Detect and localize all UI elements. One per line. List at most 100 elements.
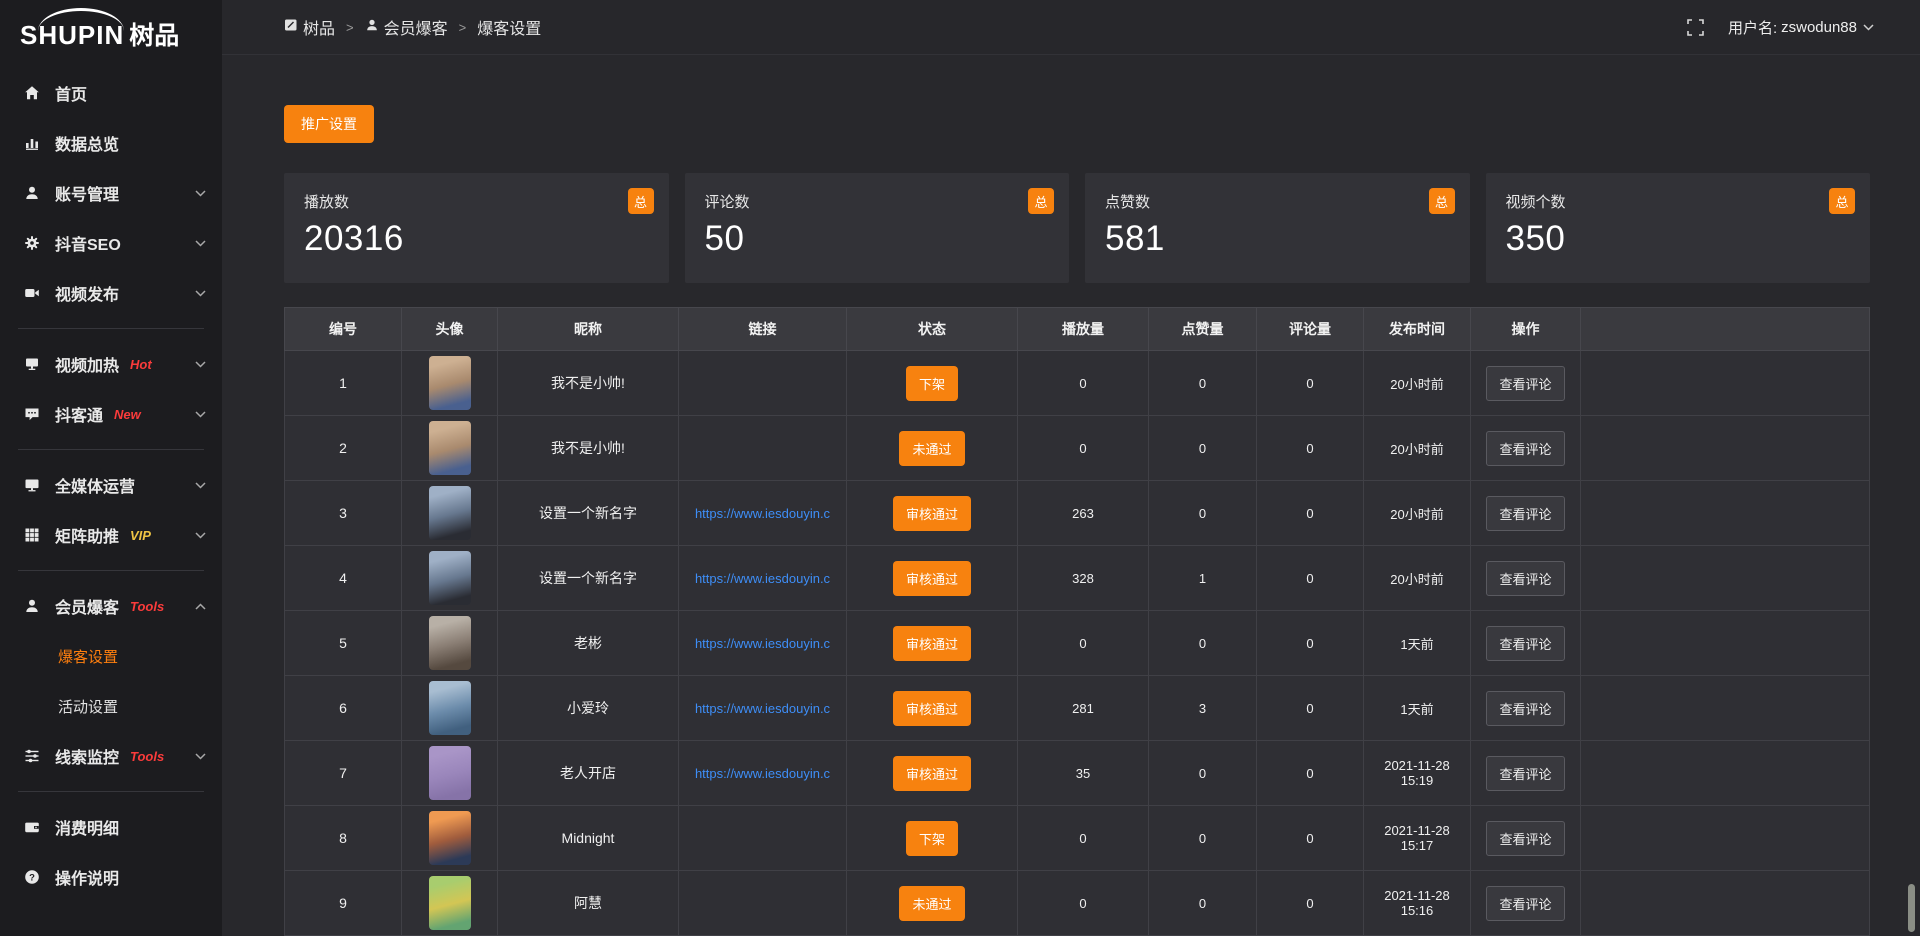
cell-id: 8 xyxy=(285,806,402,871)
stat-card-value: 581 xyxy=(1105,219,1450,259)
cell-filler xyxy=(1581,416,1870,481)
cell-comments: 0 xyxy=(1257,416,1364,481)
chevron-down-icon xyxy=(195,482,206,489)
sidebar-item-douyin-seo[interactable]: 抖音SEO xyxy=(0,218,222,268)
status-button[interactable]: 审核通过 xyxy=(893,496,971,531)
menu-tag-new: New xyxy=(114,407,141,422)
chevron-up-icon xyxy=(195,603,206,610)
avatar xyxy=(429,746,471,800)
profile-link[interactable]: https://www.iesdouyin.c xyxy=(685,636,840,651)
sidebar-item-consume-detail[interactable]: 消费明细 xyxy=(0,802,222,852)
fullscreen-icon[interactable] xyxy=(1687,19,1704,36)
breadcrumb-item-shupin[interactable]: 树品 xyxy=(284,15,335,39)
chevron-down-icon xyxy=(195,753,206,760)
cell-avatar xyxy=(402,416,498,481)
sidebar-item-douketong[interactable]: 抖客通New xyxy=(0,389,222,439)
breadcrumb-item-member-baoke[interactable]: 会员爆客 xyxy=(365,15,448,39)
user-menu[interactable]: 用户名: zswodun88 xyxy=(1728,17,1874,38)
status-button[interactable]: 审核通过 xyxy=(893,626,971,661)
username-label: 用户名: xyxy=(1728,17,1777,38)
cell-likes: 1 xyxy=(1149,546,1257,611)
brand-logo: SHUPIN树品 xyxy=(0,0,222,60)
view-comments-button[interactable]: 查看评论 xyxy=(1486,431,1564,466)
table-row: 5老彬https://www.iesdouyin.c审核通过0001天前查看评论 xyxy=(285,611,1870,676)
table-row: 1我不是小帅!下架00020小时前查看评论 xyxy=(285,351,1870,416)
status-button[interactable]: 未通过 xyxy=(899,886,964,921)
cell-likes: 0 xyxy=(1149,806,1257,871)
cell-filler xyxy=(1581,676,1870,741)
view-comments-button[interactable]: 查看评论 xyxy=(1486,366,1564,401)
sidebar-item-clue-monitor[interactable]: 线索监控Tools xyxy=(0,731,222,781)
cell-link: https://www.iesdouyin.c xyxy=(679,481,847,546)
breadcrumb-item-baoke-setting[interactable]: 爆客设置 xyxy=(477,15,541,39)
sidebar-item-operation-guide[interactable]: ?操作说明 xyxy=(0,852,222,902)
chat-icon xyxy=(22,406,42,422)
cell-avatar xyxy=(402,806,498,871)
sidebar-item-data-overview[interactable]: 数据总览 xyxy=(0,118,222,168)
cell-link xyxy=(679,416,847,481)
view-comments-button[interactable]: 查看评论 xyxy=(1486,496,1564,531)
avatar xyxy=(429,356,471,410)
cell-avatar xyxy=(402,871,498,936)
cell-action: 查看评论 xyxy=(1471,741,1581,806)
chevron-down-icon xyxy=(195,190,206,197)
help-icon: ? xyxy=(22,869,42,885)
status-button[interactable]: 审核通过 xyxy=(893,691,971,726)
status-button[interactable]: 未通过 xyxy=(899,431,964,466)
sidebar-nav: 首页数据总览账号管理抖音SEO视频发布视频加热Hot抖客通New 全媒体运营矩阵助… xyxy=(0,60,222,902)
view-comments-button[interactable]: 查看评论 xyxy=(1486,691,1564,726)
avatar xyxy=(429,421,471,475)
sidebar-subitem-activity-setting[interactable]: 活动设置 xyxy=(0,681,222,731)
column-header-avatar: 头像 xyxy=(402,308,498,351)
cell-comments: 0 xyxy=(1257,611,1364,676)
vertical-scrollbar-thumb[interactable] xyxy=(1908,884,1915,932)
screen-icon xyxy=(22,356,42,372)
cell-publish_time: 20小时前 xyxy=(1364,351,1471,416)
view-comments-button[interactable]: 查看评论 xyxy=(1486,561,1564,596)
sidebar-item-media-operation[interactable]: 全媒体运营 xyxy=(0,460,222,510)
cell-link: https://www.iesdouyin.c xyxy=(679,611,847,676)
profile-link[interactable]: https://www.iesdouyin.c xyxy=(685,571,840,586)
cell-link: https://www.iesdouyin.c xyxy=(679,741,847,806)
cell-status: 下架 xyxy=(847,806,1018,871)
sidebar-item-video-heat[interactable]: 视频加热Hot xyxy=(0,339,222,389)
profile-link[interactable]: https://www.iesdouyin.c xyxy=(685,506,840,521)
status-button[interactable]: 下架 xyxy=(906,366,958,401)
stat-card-value: 20316 xyxy=(304,219,649,259)
stat-card-value: 50 xyxy=(705,219,1050,259)
cell-nickname: 设置一个新名字 xyxy=(498,546,679,611)
cell-plays: 281 xyxy=(1018,676,1149,741)
cell-nickname: Midnight xyxy=(498,806,679,871)
cell-plays: 35 xyxy=(1018,741,1149,806)
sidebar-item-matrix-boost[interactable]: 矩阵助推VIP xyxy=(0,510,222,560)
view-comments-button[interactable]: 查看评论 xyxy=(1486,756,1564,791)
table-row: 4设置一个新名字https://www.iesdouyin.c审核通过32810… xyxy=(285,546,1870,611)
sidebar-item-home[interactable]: 首页 xyxy=(0,68,222,118)
stat-card-value: 350 xyxy=(1506,219,1851,259)
cell-comments: 0 xyxy=(1257,871,1364,936)
cell-action: 查看评论 xyxy=(1471,416,1581,481)
status-button[interactable]: 审核通过 xyxy=(893,561,971,596)
column-header-publish_time: 发布时间 xyxy=(1364,308,1471,351)
view-comments-button[interactable]: 查看评论 xyxy=(1486,886,1564,921)
view-comments-button[interactable]: 查看评论 xyxy=(1486,821,1564,856)
sidebar-item-label: 会员爆客 xyxy=(55,594,119,618)
cell-avatar xyxy=(402,676,498,741)
cell-action: 查看评论 xyxy=(1471,481,1581,546)
menu-tag-hot: Hot xyxy=(130,357,152,372)
cell-likes: 0 xyxy=(1149,871,1257,936)
profile-link[interactable]: https://www.iesdouyin.c xyxy=(685,701,840,716)
sidebar-item-account-manage[interactable]: 账号管理 xyxy=(0,168,222,218)
status-button[interactable]: 审核通过 xyxy=(893,756,971,791)
status-button[interactable]: 下架 xyxy=(906,821,958,856)
view-comments-button[interactable]: 查看评论 xyxy=(1486,626,1564,661)
chevron-down-icon xyxy=(1863,24,1874,31)
profile-link[interactable]: https://www.iesdouyin.c xyxy=(685,766,840,781)
breadcrumb-label: 会员爆客 xyxy=(384,15,448,39)
sidebar-item-label: 线索监控 xyxy=(55,744,119,768)
sidebar-item-video-publish[interactable]: 视频发布 xyxy=(0,268,222,318)
sidebar-subitem-baoke-setting[interactable]: 爆客设置 xyxy=(0,631,222,681)
content: 推广设置 播放数总20316评论数总50点赞数总581视频个数总350 编号头像… xyxy=(222,55,1920,936)
promo-settings-button[interactable]: 推广设置 xyxy=(284,105,374,143)
sidebar-item-member-baoke[interactable]: 会员爆客Tools xyxy=(0,581,222,631)
